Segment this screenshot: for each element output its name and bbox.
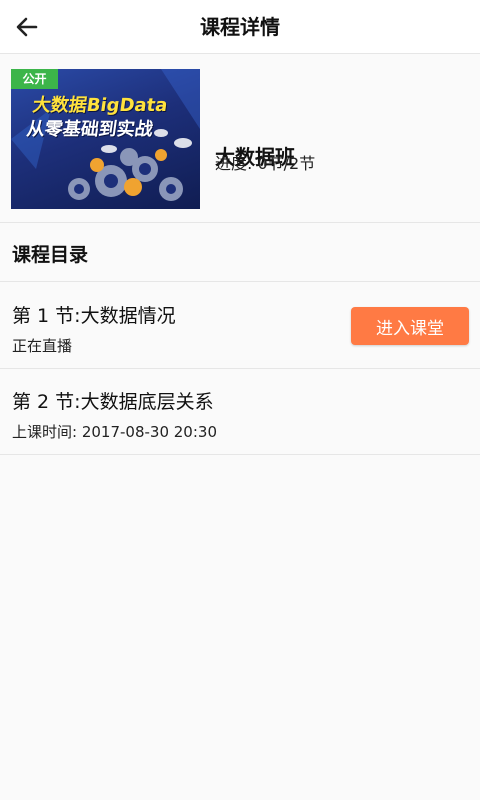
lesson-title: 第 1 节:大数据情况 xyxy=(12,305,176,327)
public-badge: 公开 xyxy=(11,69,58,89)
cover-title-line1: 大数据BigData xyxy=(31,95,169,116)
lesson-schedule: 上课时间: 2017-08-30 20:30 xyxy=(12,423,217,441)
lesson-status: 正在直播 xyxy=(12,337,73,355)
course-cover-image: 公开 大数据BigData 从零基础到实战 xyxy=(11,69,200,209)
lesson-title: 第 2 节:大数据底层关系 xyxy=(12,391,214,413)
catalog-header: 课程目录 xyxy=(0,224,480,282)
course-progress: 进度: 0节/2节 xyxy=(215,154,316,173)
enter-classroom-button[interactable]: 进入课堂 xyxy=(351,307,469,345)
lesson-item[interactable]: 第 2 节:大数据底层关系 上课时间: 2017-08-30 20:30 xyxy=(0,369,480,455)
cover-title-line2: 从零基础到实战 xyxy=(25,119,155,140)
arrow-left-icon xyxy=(16,17,38,37)
back-button[interactable] xyxy=(8,8,46,46)
page-title: 课程详情 xyxy=(200,15,280,39)
lesson-item[interactable]: 第 1 节:大数据情况 正在直播 进入课堂 xyxy=(0,283,480,369)
course-summary: 公开 大数据BigData 从零基础到实战 大数据班 xyxy=(0,55,480,223)
top-bar: 课程详情 xyxy=(0,0,480,54)
catalog-title: 课程目录 xyxy=(12,244,89,266)
